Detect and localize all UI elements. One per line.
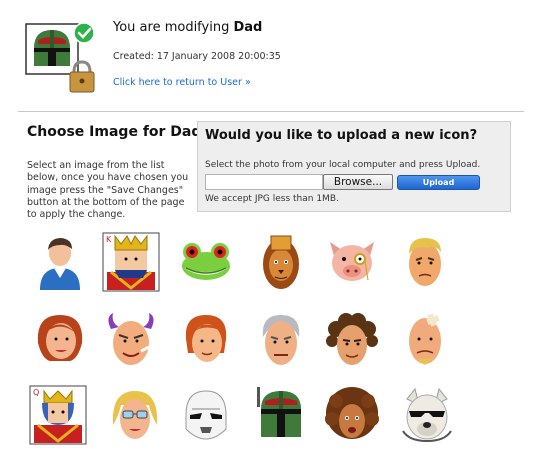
cool-dog-icon[interactable] bbox=[397, 385, 457, 445]
page-title: You are modifying Dad bbox=[113, 20, 263, 35]
user-name: Dad bbox=[233, 20, 263, 35]
afro-woman-icon[interactable] bbox=[322, 385, 382, 445]
queen-card-icon[interactable]: Q bbox=[28, 385, 88, 445]
king-of-hearts-icon[interactable]: K bbox=[101, 232, 161, 292]
woman-redhead-icon[interactable] bbox=[30, 309, 90, 369]
upload-instructions: Select the photo from your local compute… bbox=[205, 160, 481, 170]
grey-haired-man-icon[interactable] bbox=[251, 309, 311, 369]
upload-title: Would you like to upload a new icon? bbox=[205, 128, 478, 143]
choose-image-title: Choose Image for Dad bbox=[27, 124, 202, 140]
divider bbox=[18, 111, 524, 112]
lion-icon[interactable] bbox=[251, 232, 311, 292]
pig-icon[interactable] bbox=[322, 232, 382, 292]
frog-icon[interactable] bbox=[176, 232, 236, 292]
boba-fett-locked-icon bbox=[24, 22, 96, 94]
blonde-man-icon[interactable] bbox=[395, 232, 455, 292]
upload-panel: Would you like to upload a new icon? Sel… bbox=[197, 121, 511, 212]
svg-text:K: K bbox=[106, 235, 112, 244]
injured-man-icon[interactable] bbox=[395, 309, 455, 369]
devil-icon[interactable] bbox=[101, 309, 161, 369]
upload-button[interactable]: Upload bbox=[397, 175, 480, 190]
browse-button[interactable]: Browse... bbox=[323, 174, 393, 190]
return-to-user-link[interactable]: Click here to return to User » bbox=[113, 77, 251, 88]
boba-fett-icon[interactable] bbox=[251, 385, 311, 445]
created-timestamp: Created: 17 January 2008 20:00:35 bbox=[113, 51, 281, 62]
redhead-girl-icon[interactable] bbox=[176, 309, 236, 369]
svg-text:Q: Q bbox=[33, 388, 39, 397]
upload-note: We accept JPG less than 1MB. bbox=[205, 194, 339, 204]
file-path-field[interactable] bbox=[205, 174, 323, 190]
user-icon[interactable] bbox=[30, 232, 90, 292]
stormtrooper-icon[interactable] bbox=[176, 385, 236, 445]
curly-man-icon[interactable] bbox=[322, 309, 382, 369]
chooser-instructions: Select an image from the list below, onc… bbox=[27, 160, 189, 221]
blonde-woman-icon[interactable] bbox=[105, 385, 165, 445]
